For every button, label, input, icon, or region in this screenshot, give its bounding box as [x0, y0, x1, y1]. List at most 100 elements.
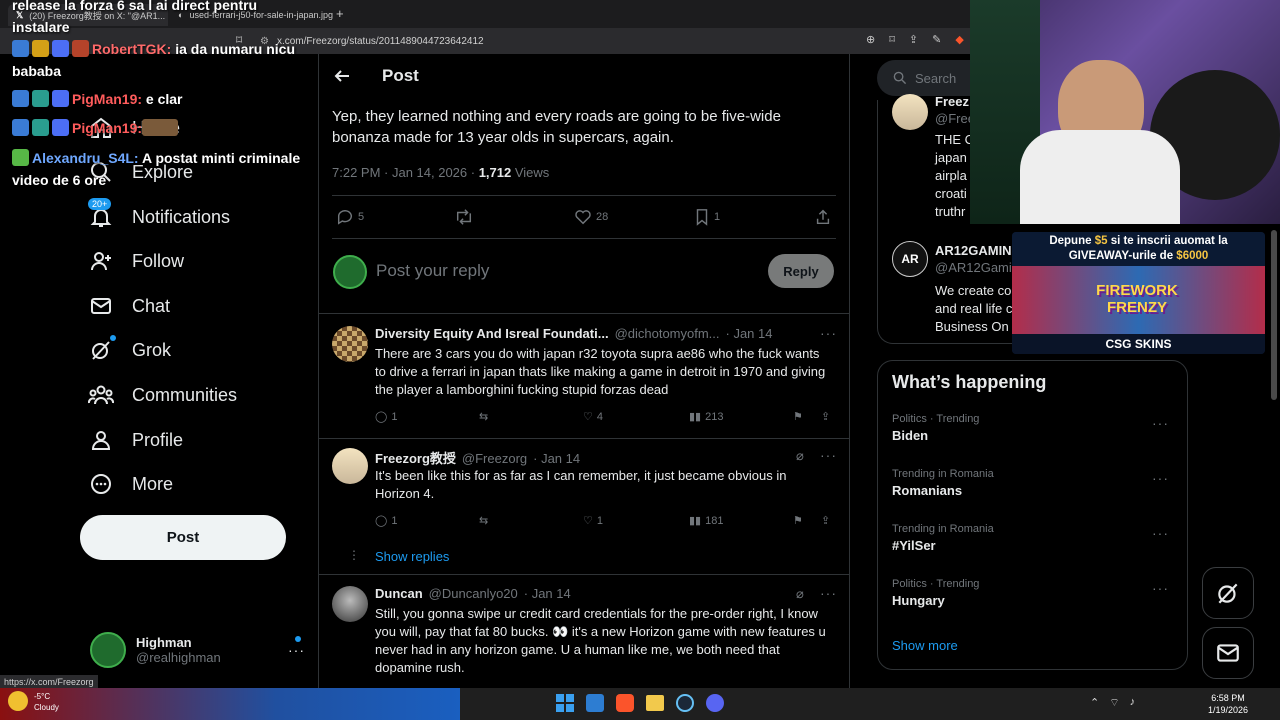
reply-action[interactable]: ◯ 1 [375, 410, 397, 424]
trend-item[interactable]: Politics · Trending Biden ··· [892, 413, 1177, 453]
nav-chat[interactable]: Chat [88, 286, 170, 326]
post-button[interactable]: Post [80, 515, 286, 560]
like-action[interactable]: ♡ 1 [583, 514, 603, 528]
nav-follow[interactable]: Follow [88, 241, 184, 281]
bookmark-action[interactable]: ⚑ [793, 410, 803, 423]
new-tab-icon[interactable]: + [336, 6, 344, 21]
reply-action[interactable]: 5 [336, 208, 364, 226]
edit-icon[interactable]: ✎ [932, 33, 941, 46]
chevron-up-icon[interactable]: ⌃ [1090, 696, 1099, 710]
repost-action[interactable]: ⇆ [479, 514, 488, 527]
share-icon: ⇪ [821, 515, 831, 527]
reply-actions: ◯ 1 ⇆ ♡ 4 ▮▮ 213 ⚑ ⇪ [375, 410, 835, 426]
reply-handle[interactable]: @dichotomyofm... [615, 326, 720, 341]
volume-icon[interactable]: ♪ [1130, 696, 1136, 710]
scrollbar-thumb[interactable] [1271, 230, 1277, 400]
back-arrow-icon[interactable] [332, 66, 352, 86]
account-switcher[interactable]: Highman @realhighman ··· [90, 630, 305, 670]
more-dots-icon: ··· [288, 642, 305, 658]
nav-more[interactable]: More [88, 464, 173, 504]
nav-grok[interactable]: Grok [88, 330, 171, 370]
like-action[interactable]: ♡ 4 [583, 410, 603, 424]
avatar[interactable] [892, 94, 928, 130]
show-replies-link[interactable]: Show replies [375, 549, 449, 564]
more-dots-icon[interactable]: ··· [1152, 525, 1169, 541]
steam-icon[interactable] [676, 694, 694, 712]
reply-action[interactable]: ◯ 1 [375, 514, 397, 528]
more-dots-icon[interactable]: ··· [1152, 470, 1169, 486]
reply-author[interactable]: Freezorg教授 [375, 448, 456, 467]
reply-text: It's been like this for as far as I can … [375, 468, 787, 501]
reply-date[interactable]: · Jan 14 [524, 586, 571, 601]
task-view-icon[interactable] [586, 694, 604, 712]
reply-author[interactable]: Duncan [375, 586, 423, 601]
grok-icon[interactable]: ⌀ [796, 586, 804, 602]
nav-notifications[interactable]: 20+ Notifications [88, 197, 230, 237]
reply-button[interactable]: Reply [768, 254, 834, 288]
reply-handle[interactable]: @Duncanlyo20 [429, 586, 518, 601]
grok-float-button[interactable] [1202, 567, 1254, 619]
more-dots-icon[interactable]: ··· [820, 585, 837, 601]
repost-action[interactable] [454, 208, 474, 226]
views-icon: ▮▮ [689, 515, 702, 527]
reply-date[interactable]: · Jan 14 [726, 326, 773, 341]
more-dots-icon[interactable]: ··· [1152, 580, 1169, 596]
repost-icon: ⇆ [479, 411, 489, 423]
brave-shield-icon[interactable]: ◆ [955, 33, 963, 46]
trend-item[interactable]: Politics · Trending Hungary ··· [892, 578, 1177, 618]
chat-message: RobertTGK: ia da numaru nicu bababa [12, 40, 296, 79]
messages-float-button[interactable] [1202, 627, 1254, 679]
share-icon[interactable]: ⇪ [909, 33, 918, 46]
views-action[interactable]: ▮▮ 181 [689, 514, 723, 528]
share-action[interactable] [814, 208, 832, 226]
robot-icon [52, 40, 69, 57]
account-handle: @realhighman [136, 650, 221, 665]
weather-icon [8, 691, 28, 711]
follow-bio: We create co and real life c Business On [935, 283, 1013, 334]
nav-communities[interactable]: Communities [88, 375, 237, 415]
url-field[interactable]: ⚙ x.com/Freezorg/status/2011489044723642… [260, 31, 860, 51]
reply-avatar[interactable] [332, 448, 368, 484]
reply-author[interactable]: Diversity Equity And Isreal Foundati... [375, 326, 609, 341]
ar-logo-icon[interactable]: AR [892, 241, 928, 277]
grok-icon[interactable]: ⌀ [796, 448, 804, 464]
more-dots-icon[interactable]: ··· [1152, 415, 1169, 431]
bookmark-action[interactable]: ⚑ [793, 514, 803, 527]
more-dots-icon[interactable]: ··· [820, 325, 837, 341]
discord-icon[interactable] [706, 694, 724, 712]
reply-date[interactable]: · Jan 14 [533, 451, 580, 466]
mail-icon [88, 293, 114, 319]
trend-item[interactable]: Trending in Romania Romanians ··· [892, 468, 1177, 508]
promo-game-title: FIREWORK FRENZY [1096, 282, 1178, 316]
promo-banner[interactable]: Depune $5 si te inscrii auomat la GIVEAW… [1012, 232, 1265, 354]
views-action[interactable]: ▮▮ 213 [689, 410, 723, 424]
bookmark-action[interactable]: 1 [694, 208, 720, 226]
chat-message: PigMan19: e clar [12, 88, 312, 110]
reply-avatar[interactable] [332, 586, 368, 622]
nav-profile[interactable]: Profile [88, 420, 183, 460]
divider [318, 313, 850, 314]
share-action[interactable]: ⇪ [821, 514, 830, 527]
more-dots-icon[interactable]: ··· [820, 447, 837, 463]
like-action[interactable]: 28 [574, 208, 608, 226]
share-action[interactable]: ⇪ [821, 410, 830, 423]
trend-item[interactable]: Trending in Romania #YilSer ··· [892, 523, 1177, 563]
follow-name[interactable]: AR12GAMIN [935, 243, 1012, 258]
bookmark-icon [696, 209, 708, 226]
show-more-link[interactable]: Show more [892, 638, 958, 653]
windows-start-icon[interactable] [556, 694, 574, 712]
clock[interactable]: 6:58 PM 1/19/2026 [1208, 692, 1248, 716]
weather-widget[interactable]: -5°C Cloudy [34, 691, 59, 713]
reply-header: Freezorg教授 @Freezorg · Jan 14 [375, 448, 805, 467]
brave-browser-icon[interactable] [616, 694, 634, 712]
reply-handle[interactable]: @Freezorg [462, 451, 527, 466]
network-icon[interactable]: ⌔ [1109, 696, 1119, 710]
repost-action[interactable]: ⇆ [479, 410, 488, 423]
file-explorer-icon[interactable] [646, 695, 664, 711]
reply-avatar[interactable] [332, 326, 368, 362]
reply-input[interactable]: Post your reply [376, 261, 489, 281]
badge-icon [12, 90, 29, 107]
zoom-icon[interactable]: ⊕ [866, 33, 875, 46]
follow-name[interactable]: Freez [935, 94, 969, 109]
bookmark-star-icon[interactable]: ⌑ [889, 33, 895, 46]
